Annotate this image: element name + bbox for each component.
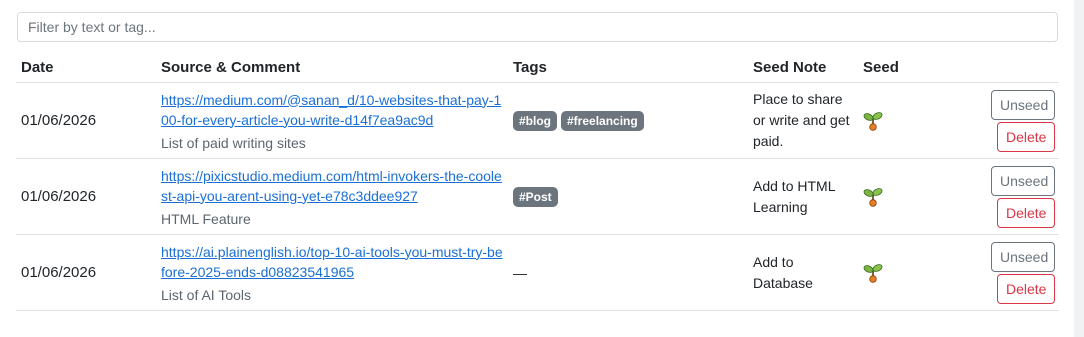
- source-link[interactable]: https://pixicstudio.medium.com/html-invo…: [161, 166, 503, 206]
- column-header-seed-note: Seed Note: [748, 52, 858, 83]
- column-header-seed: Seed: [858, 52, 938, 83]
- row-source: https://pixicstudio.medium.com/html-invo…: [156, 158, 508, 235]
- tag-badge: #freelancing: [561, 110, 644, 131]
- tag-badge: #blog: [513, 110, 557, 131]
- row-comment: List of paid writing sites: [161, 134, 306, 151]
- row-actions: Unseed Delete: [938, 234, 1059, 311]
- row-date: 01/06/2026: [16, 158, 156, 235]
- row-tags: #blog #freelancing: [508, 82, 748, 159]
- row-seed: [858, 234, 938, 311]
- column-header-date: Date: [16, 52, 156, 83]
- row-seed: [858, 82, 938, 159]
- row-comment: List of AI Tools: [161, 286, 252, 303]
- delete-button[interactable]: Delete: [997, 273, 1055, 304]
- delete-button[interactable]: Delete: [997, 121, 1055, 152]
- row-source: https://medium.com/@sanan_d/10-websites-…: [156, 82, 508, 159]
- table-row: 01/06/2026 https://ai.plainenglish.io/to…: [16, 234, 1059, 311]
- row-source: https://ai.plainenglish.io/top-10-ai-too…: [156, 234, 508, 311]
- row-actions: Unseed Delete: [938, 158, 1059, 235]
- tag-badge: #Post: [513, 186, 558, 207]
- row-seed-note: Place to share or write and get paid.: [748, 82, 858, 159]
- unseed-button[interactable]: Unseed: [991, 165, 1055, 196]
- row-date: 01/06/2026: [16, 82, 156, 159]
- table-row: 01/06/2026 https://medium.com/@sanan_d/1…: [16, 82, 1059, 159]
- sprout-icon: [863, 110, 933, 132]
- row-date: 01/06/2026: [16, 234, 156, 311]
- bookmarks-panel: Date Source & Comment Tags Seed Note See…: [0, 0, 1074, 337]
- row-comment: HTML Feature: [161, 210, 251, 227]
- row-actions: Unseed Delete: [938, 82, 1059, 159]
- delete-button[interactable]: Delete: [997, 197, 1055, 228]
- sprout-icon: [863, 186, 933, 208]
- row-tags: #Post: [508, 158, 748, 235]
- column-header-source: Source & Comment: [156, 52, 508, 83]
- bookmarks-table: Date Source & Comment Tags Seed Note See…: [16, 52, 1059, 311]
- source-link[interactable]: https://ai.plainenglish.io/top-10-ai-too…: [161, 242, 503, 282]
- unseed-button[interactable]: Unseed: [991, 89, 1055, 120]
- row-seed-note: Add to Database: [748, 234, 858, 311]
- filter-input[interactable]: [17, 12, 1058, 42]
- unseed-button[interactable]: Unseed: [991, 241, 1055, 272]
- sprout-icon: [863, 262, 933, 284]
- row-seed-note: Add to HTML Learning: [748, 158, 858, 235]
- column-header-actions: [938, 52, 1059, 83]
- table-header-row: Date Source & Comment Tags Seed Note See…: [16, 52, 1059, 83]
- column-header-tags: Tags: [508, 52, 748, 83]
- row-tags: —: [508, 234, 748, 311]
- source-link[interactable]: https://medium.com/@sanan_d/10-websites-…: [161, 90, 503, 130]
- row-seed: [858, 158, 938, 235]
- table-row: 01/06/2026 https://pixicstudio.medium.co…: [16, 158, 1059, 235]
- no-tags-placeholder: —: [513, 264, 527, 281]
